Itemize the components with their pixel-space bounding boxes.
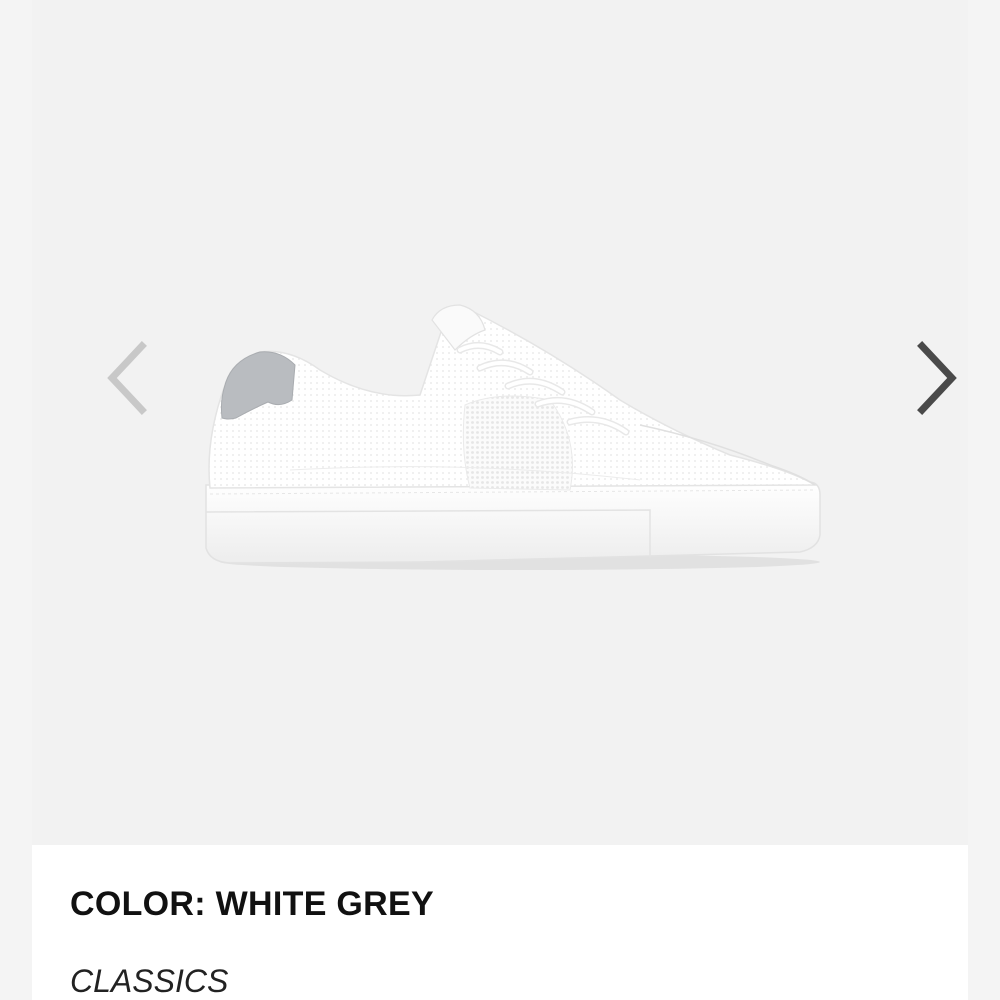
product-image-gallery — [32, 0, 968, 845]
product-page: COLOR: WHITE GREY CLASSICS — [0, 0, 1000, 1000]
chevron-left-icon — [107, 341, 147, 415]
product-image — [205, 304, 821, 570]
chevron-right-icon — [917, 341, 957, 415]
previous-image-button[interactable] — [102, 340, 152, 416]
next-image-button[interactable] — [912, 340, 962, 416]
selected-color-label: COLOR: WHITE GREY — [70, 885, 434, 923]
product-info-panel: COLOR: WHITE GREY CLASSICS — [32, 845, 968, 1000]
collection-name: CLASSICS — [70, 963, 229, 999]
